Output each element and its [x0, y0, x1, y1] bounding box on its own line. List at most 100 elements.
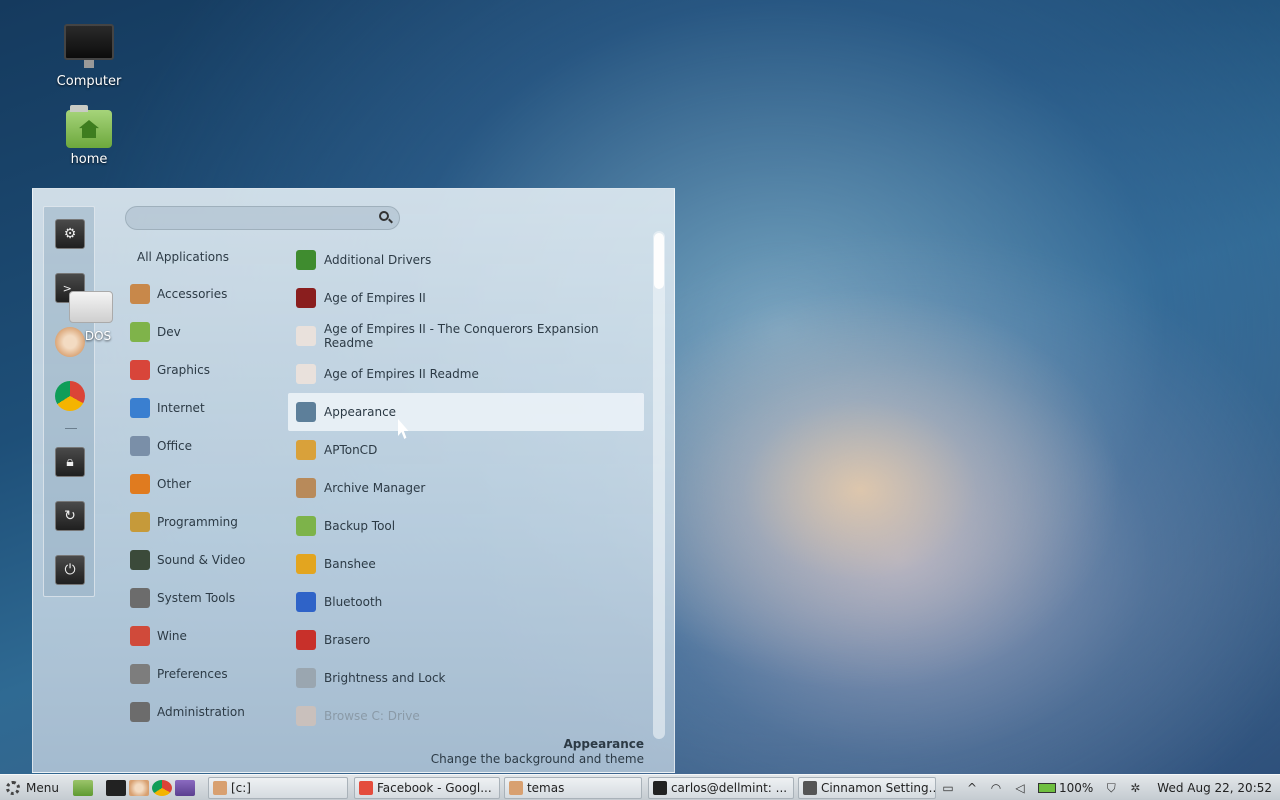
taskbar-window-button[interactable]: Cinnamon Setting...: [797, 776, 936, 799]
chevron-up-icon[interactable]: ^: [964, 781, 980, 795]
app-item[interactable]: Banshee: [288, 545, 644, 583]
app-item[interactable]: Appearance: [288, 393, 644, 431]
terminal-launcher-icon[interactable]: [105, 779, 126, 796]
favorites-bar: ⚙ >_ 🔒︎ ↻ ⏻: [43, 206, 95, 597]
category-label: Office: [157, 439, 193, 453]
category-all-applications[interactable]: All Applications: [130, 239, 290, 275]
category-item[interactable]: Accessories: [130, 275, 290, 313]
category-item[interactable]: Graphics: [130, 351, 290, 389]
menu-button[interactable]: Menu: [0, 775, 65, 800]
category-item[interactable]: Sound & Video: [130, 541, 290, 579]
category-item[interactable]: Other: [130, 465, 290, 503]
selected-app-title: Appearance: [563, 737, 644, 751]
category-icon: [130, 550, 150, 570]
clock[interactable]: Wed Aug 22, 20:52: [1157, 781, 1272, 795]
battery-indicator[interactable]: 100%: [1037, 781, 1093, 795]
app-item[interactable]: Archive Manager: [288, 469, 644, 507]
fav-logout[interactable]: ↻: [55, 501, 85, 531]
app-item[interactable]: Backup Tool: [288, 507, 644, 545]
app-icon: [296, 706, 316, 726]
category-item[interactable]: System Tools: [130, 579, 290, 617]
category-icon: [130, 436, 150, 456]
app-list-scrollbar[interactable]: [653, 231, 665, 739]
desktop-icon-computer[interactable]: Computer: [49, 24, 129, 89]
category-item[interactable]: Wine: [130, 617, 290, 655]
software-manager-launcher-icon[interactable]: [128, 779, 149, 796]
search-input[interactable]: [136, 210, 366, 226]
category-item[interactable]: Programming: [130, 503, 290, 541]
desktop-icon-home[interactable]: home: [49, 105, 129, 167]
desktop-icon-dos[interactable]: DOS: [66, 291, 116, 343]
fav-lock-screen[interactable]: 🔒︎: [55, 447, 85, 477]
app-icon: [296, 516, 316, 536]
shield-icon[interactable]: ⛉: [1103, 781, 1119, 795]
category-label: Administration: [157, 705, 245, 719]
selected-app-info: Appearance Change the background and the…: [431, 737, 644, 766]
app-label: Appearance: [324, 405, 397, 419]
app-item[interactable]: Bluetooth: [288, 583, 644, 621]
app-item[interactable]: APTonCD: [288, 431, 644, 469]
wifi-icon[interactable]: ◠: [988, 781, 1004, 795]
category-item[interactable]: Internet: [130, 389, 290, 427]
app-item[interactable]: Age of Empires II: [288, 279, 644, 317]
search-icon: [379, 211, 389, 221]
taskbar: Menu [c:] Facebook - Googl... temas carlos@…: [0, 774, 1280, 800]
power-icon: ⏻: [64, 562, 76, 578]
window-label: [c:]: [230, 780, 251, 795]
app-item[interactable]: Brightness and Lock: [288, 659, 644, 697]
scrollbar-thumb[interactable]: [654, 233, 664, 289]
category-label: Internet: [157, 401, 205, 415]
app-icon: [296, 478, 316, 498]
app-label: Additional Drivers: [324, 253, 432, 267]
window-icon: [508, 780, 523, 795]
category-item[interactable]: Preferences: [130, 655, 290, 693]
category-item[interactable]: Dev: [130, 313, 290, 351]
network-icon[interactable]: ✲: [1127, 781, 1143, 795]
category-item[interactable]: Office: [130, 427, 290, 465]
window-icon: [652, 780, 667, 795]
category-item[interactable]: Administration: [130, 693, 290, 731]
app-icon: [296, 630, 316, 650]
workspace-icon[interactable]: ▭: [940, 781, 956, 795]
app-item[interactable]: Browse C: Drive: [288, 697, 644, 735]
app-item[interactable]: Additional Drivers: [288, 241, 644, 279]
category-icon: [130, 284, 150, 304]
application-list: Additional Drivers Age of Empires II Age o…: [288, 241, 644, 735]
app-label: Bluetooth: [324, 595, 383, 609]
volume-icon[interactable]: ◁: [1012, 781, 1028, 795]
lock-icon: 🔒︎: [66, 454, 74, 470]
computer-icon: [64, 24, 114, 68]
window-icon: [212, 780, 227, 795]
category-label: System Tools: [157, 591, 236, 605]
taskbar-window-button[interactable]: temas: [503, 776, 642, 799]
category-icon: [130, 626, 150, 646]
selected-app-description: Change the background and theme: [430, 752, 644, 766]
menu-gear-icon: [6, 780, 20, 795]
gear-icon: ⚙: [63, 226, 77, 242]
taskbar-window-button[interactable]: carlos@dellmint: ...: [647, 776, 794, 799]
desktop-icon-label: home: [70, 152, 108, 167]
app-item[interactable]: Age of Empires II - The Conquerors Expan…: [288, 317, 644, 355]
app-label: Age of Empires II - The Conquerors Expan…: [324, 322, 599, 350]
chrome-launcher-icon[interactable]: [151, 779, 172, 796]
app-label: Browse C: Drive: [324, 709, 420, 723]
app-launcher-icon[interactable]: [174, 779, 195, 796]
home-folder-icon: [66, 105, 112, 148]
app-icon: [296, 668, 316, 688]
app-item[interactable]: Brasero: [288, 621, 644, 659]
fav-chrome[interactable]: [55, 381, 85, 411]
app-icon: [296, 554, 316, 574]
app-icon: [296, 288, 316, 308]
taskbar-window-button[interactable]: Facebook - Googl...: [353, 776, 500, 799]
search-box[interactable]: [125, 206, 400, 230]
window-icon: [358, 780, 373, 795]
category-label: Graphics: [157, 363, 210, 377]
fav-shutdown[interactable]: ⏻: [55, 555, 85, 585]
category-icon: [130, 398, 150, 418]
category-icon: [130, 702, 150, 722]
app-item[interactable]: Age of Empires II Readme: [288, 355, 644, 393]
taskbar-window-button[interactable]: [c:]: [207, 776, 348, 799]
show-desktop-icon[interactable]: [72, 779, 93, 796]
app-icon: [296, 592, 316, 612]
fav-system-settings[interactable]: ⚙: [55, 219, 85, 249]
